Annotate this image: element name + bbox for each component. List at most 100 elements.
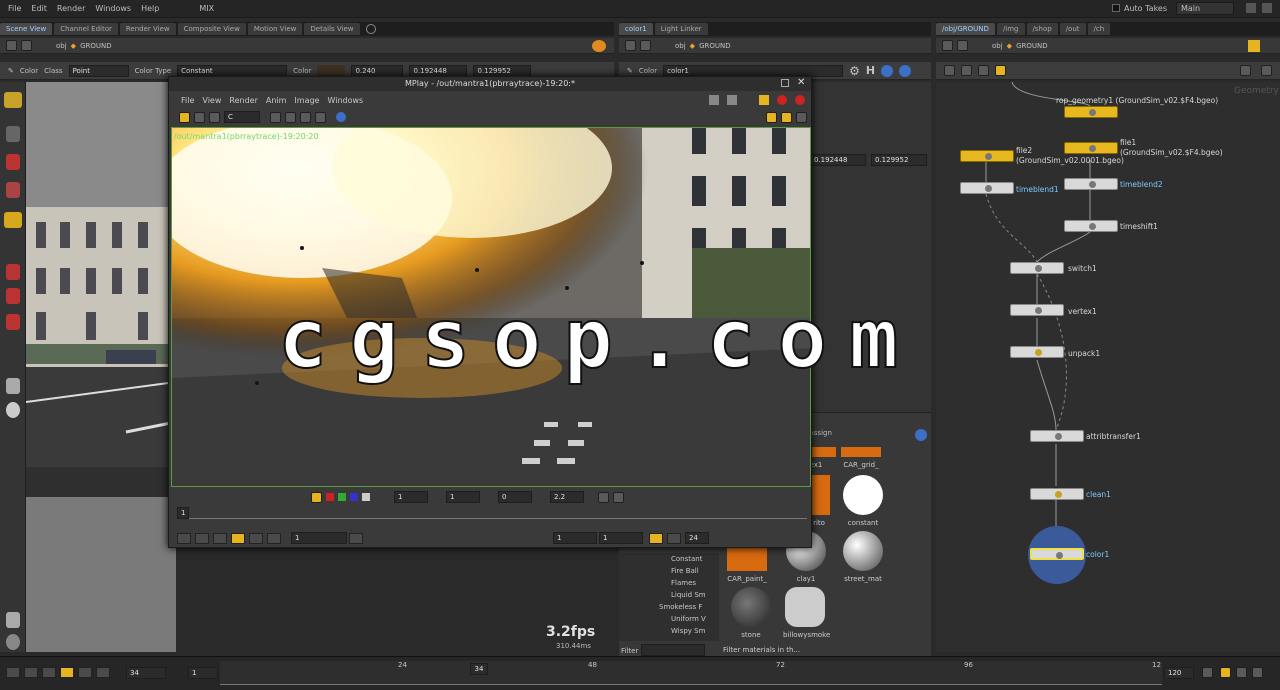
filter-select[interactable] xyxy=(641,644,705,656)
mplay-step-back-button[interactable] xyxy=(195,532,209,544)
mplay-field-1[interactable]: 1 xyxy=(394,491,428,503)
node-vertex1[interactable] xyxy=(1010,304,1064,316)
tab-motion-view[interactable]: Motion View xyxy=(247,23,303,35)
mid-color-g-field[interactable]: 0.192448 xyxy=(810,154,866,166)
mplay-step-button[interactable] xyxy=(349,532,363,544)
mid-forward-icon[interactable] xyxy=(640,40,651,51)
mplay-field-3[interactable]: 0 xyxy=(498,491,532,503)
close-icon[interactable] xyxy=(1262,3,1272,13)
net-zoom-icon[interactable] xyxy=(1240,65,1251,76)
menu-mix[interactable]: MIX xyxy=(199,4,214,13)
tab-scene-view[interactable]: Scene View xyxy=(0,23,53,35)
material-constant[interactable]: constant xyxy=(841,475,885,527)
channel-blue-icon[interactable] xyxy=(350,493,358,501)
render-icon[interactable] xyxy=(592,39,606,52)
node-color1[interactable] xyxy=(1030,548,1084,560)
mplay-menu-file[interactable]: File xyxy=(181,96,194,105)
mplay-loop-button[interactable] xyxy=(667,532,681,544)
current-frame-field[interactable]: 34 xyxy=(126,667,166,679)
tab-out[interactable]: /out xyxy=(1059,23,1086,35)
color-b-field[interactable]: 0.129952 xyxy=(473,64,532,77)
mplay-realtime-button[interactable] xyxy=(649,532,663,544)
mplay-end-frame[interactable]: 1 xyxy=(599,532,643,544)
global-anim-icon[interactable] xyxy=(1252,667,1263,678)
mat-list-flames[interactable]: Flames xyxy=(671,579,696,587)
mplay-first-frame-button[interactable] xyxy=(177,532,191,544)
pointer-tool-icon[interactable] xyxy=(6,126,20,142)
mid-path-ground[interactable]: GROUND xyxy=(699,42,731,50)
node-name-field[interactable]: color1 xyxy=(663,64,844,77)
mplay-timeline[interactable]: 1 xyxy=(177,507,807,519)
tab-shop[interactable]: /shop xyxy=(1026,23,1058,35)
node-clean1[interactable] xyxy=(1030,488,1084,500)
menu-help[interactable]: Help xyxy=(141,4,159,13)
mplay-lut-icon[interactable] xyxy=(598,491,609,503)
mplay-pan-icon[interactable] xyxy=(285,111,296,123)
mid-back-icon[interactable] xyxy=(625,40,636,51)
help-icon[interactable] xyxy=(899,64,912,77)
mplay-menu-render[interactable]: Render xyxy=(229,96,257,105)
desktop-select[interactable]: Main xyxy=(1176,2,1234,15)
material-street-mat[interactable]: street_mat xyxy=(841,531,885,583)
color-tool-icon[interactable]: ✎ xyxy=(8,67,14,75)
gear-icon[interactable]: ⚙ xyxy=(849,64,860,78)
mplay-last-frame-button[interactable] xyxy=(267,532,281,544)
node-timeshift1[interactable] xyxy=(1064,220,1118,232)
forward-icon[interactable] xyxy=(21,40,32,51)
menu-windows[interactable]: Windows xyxy=(95,4,131,13)
play-reverse-button[interactable] xyxy=(42,667,56,678)
camera-tool-icon[interactable] xyxy=(6,378,20,394)
mplay-select-icon[interactable] xyxy=(179,111,190,123)
mplay-field-2[interactable]: 1 xyxy=(446,491,480,503)
mplay-gamma-field[interactable]: 2.2 xyxy=(550,491,584,503)
tab-render-view[interactable]: Render View xyxy=(119,23,176,35)
light-tool-icon[interactable] xyxy=(6,402,20,418)
magnet-tool-icon[interactable] xyxy=(6,288,20,304)
node-rop-geometry1[interactable] xyxy=(1064,106,1118,118)
net-back-icon[interactable] xyxy=(942,40,953,51)
node-file1[interactable] xyxy=(1064,142,1118,154)
channel-red-icon[interactable] xyxy=(326,493,334,501)
mplay-start-frame[interactable]: 1 xyxy=(553,532,597,544)
mplay-compare-icon[interactable] xyxy=(194,111,205,123)
select-tool-icon[interactable] xyxy=(4,92,22,108)
mplay-histogram-icon[interactable] xyxy=(613,491,624,503)
mplay-info-icon[interactable] xyxy=(336,112,346,122)
net-forward-icon[interactable] xyxy=(957,40,968,51)
move-tool-icon[interactable] xyxy=(6,154,20,170)
mplay-display-icon[interactable] xyxy=(209,111,220,123)
mid-path-obj[interactable]: obj xyxy=(675,42,686,50)
minimize-icon[interactable] xyxy=(1246,3,1256,13)
mplay-play-reverse-button[interactable] xyxy=(213,532,227,544)
display-options-icon[interactable] xyxy=(6,612,20,628)
timeline-scrubber[interactable]: 24 48 72 96 12 34 xyxy=(220,661,1162,685)
color-g-field[interactable]: 0.192448 xyxy=(409,64,468,77)
tab-img[interactable]: /img xyxy=(996,23,1025,35)
net-path-ground[interactable]: GROUND xyxy=(1016,42,1048,50)
material-stone[interactable]: stone xyxy=(729,587,773,639)
material-billowysmoke[interactable]: billowysmoke xyxy=(783,587,830,639)
mat-list-wispy[interactable]: Wispy Sm xyxy=(671,627,705,635)
node-switch1[interactable] xyxy=(1010,262,1064,274)
stop-button[interactable] xyxy=(60,667,74,678)
pose-tool-icon[interactable] xyxy=(6,314,20,330)
mplay-fit-icon[interactable] xyxy=(315,111,326,123)
channel-green-icon[interactable] xyxy=(338,493,346,501)
auto-takes-checkbox[interactable] xyxy=(1112,4,1120,12)
last-frame-button[interactable] xyxy=(96,667,110,678)
tab-obj-ground[interactable]: /obj/GROUND xyxy=(936,23,995,35)
mat-list-liquid[interactable]: Liquid Sm xyxy=(671,591,706,599)
mplay-menu-anim[interactable]: Anim xyxy=(266,96,287,105)
mplay-pin-icon[interactable] xyxy=(759,95,769,105)
mid-color-tool-icon[interactable]: ✎ xyxy=(627,67,633,75)
node-file2[interactable] xyxy=(960,150,1014,162)
mplay-close-icon[interactable]: ✕ xyxy=(797,77,805,88)
play-forward-button[interactable] xyxy=(78,667,92,678)
rotate-tool-icon[interactable] xyxy=(6,182,20,198)
node-timeblend1[interactable] xyxy=(960,182,1014,194)
menu-render[interactable]: Render xyxy=(57,4,85,13)
mplay-plane-select[interactable]: C xyxy=(224,111,260,123)
mid-color-b-field[interactable]: 0.129952 xyxy=(871,154,927,166)
frame-step-field[interactable]: 1 xyxy=(188,667,218,679)
menu-file[interactable]: File xyxy=(8,4,21,13)
